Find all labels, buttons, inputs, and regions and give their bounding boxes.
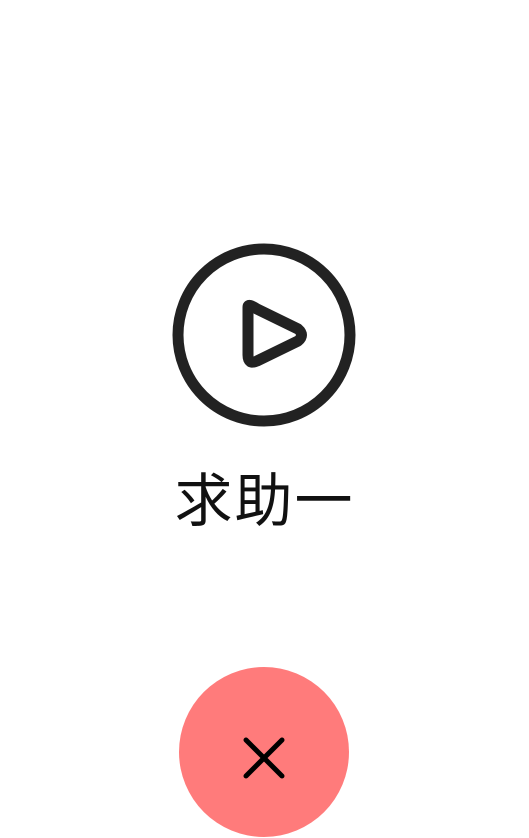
play-circle-icon — [172, 243, 356, 427]
page-title: 求助一 — [174, 467, 355, 535]
help-screen: 求助一 — [0, 0, 529, 838]
close-icon — [243, 737, 285, 779]
play-button[interactable] — [172, 243, 356, 427]
close-button[interactable] — [179, 667, 349, 837]
